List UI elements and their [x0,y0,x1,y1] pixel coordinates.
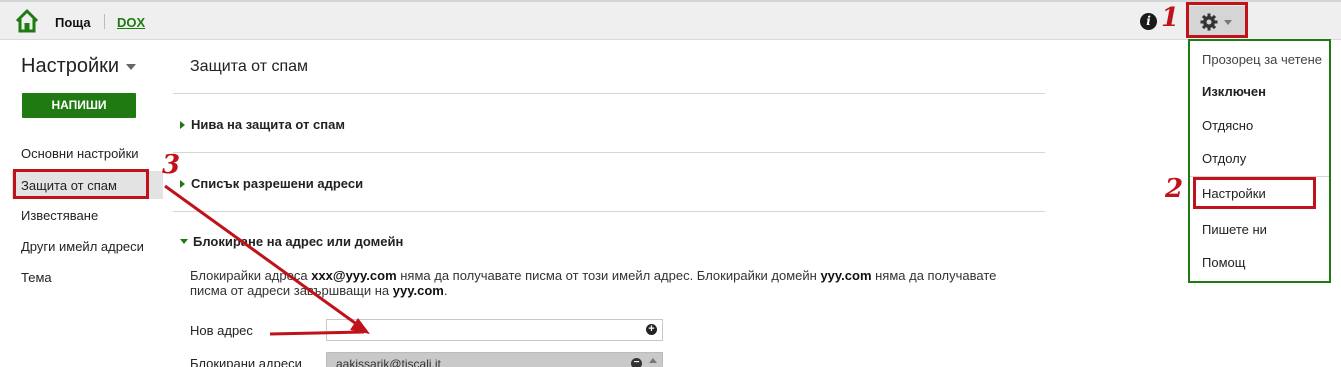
sidebar-item-notifications[interactable]: Известяване [21,208,98,223]
brand-name[interactable]: Поща [55,15,91,30]
menu-item-help[interactable]: Помощ [1202,255,1245,270]
home-icon[interactable] [14,8,40,34]
menu-item-contact-us[interactable]: Пишете ни [1202,222,1267,237]
info-icon[interactable]: i [1140,13,1157,30]
annotation-step-3: 3 [162,150,181,180]
top-bar: Поща DOX i [0,0,1341,40]
sidebar-item-theme[interactable]: Тема [21,270,52,285]
section-label: Нива на защита от спам [191,117,345,132]
menu-item-off[interactable]: Изключен [1202,84,1266,99]
brand-divider [104,14,105,29]
annotation-box-spam [13,169,149,199]
section-allowed-list[interactable]: Списък разрешени адреси [180,176,363,191]
blocked-addresses-label: Блокирани адреси [190,356,302,367]
chevron-down-icon[interactable] [126,64,136,70]
section-block-address[interactable]: Блокиране на адрес или домейн [180,234,403,249]
divider [173,152,1045,153]
new-address-input[interactable] [326,319,663,341]
new-address-label: Нов адрес [190,323,253,338]
block-description: Блокирайки адреса xxx@yyy.com няма да по… [190,268,997,298]
compose-button[interactable]: НАПИШИ [22,93,136,118]
add-icon[interactable]: + [646,324,657,335]
section-spam-levels[interactable]: Нива на защита от спам [180,117,345,132]
divider [173,93,1045,94]
divider [173,211,1045,212]
annotation-step-2: 2 [1165,174,1184,204]
annotation-box-settings [1193,177,1316,209]
dox-link[interactable]: DOX [117,15,145,30]
sidebar-item-other-emails[interactable]: Други имейл адреси [21,239,144,254]
page-title: Защита от спам [190,58,309,75]
chevron-right-icon [180,121,185,129]
annotation-box-gear [1186,2,1248,38]
sidebar-item-general[interactable]: Основни настройки [21,146,139,161]
remove-icon[interactable]: − [631,358,642,367]
section-label: Блокиране на адрес или домейн [193,234,404,249]
scroll-up-icon[interactable] [649,358,657,363]
chevron-down-icon [180,239,188,244]
menu-item-bottom[interactable]: Отдолу [1202,151,1246,166]
blocked-address-item[interactable]: aakissarik@tiscali.it [336,357,441,367]
annotation-step-1: 1 [1161,3,1180,33]
menu-item-reading-pane: Прозорец за четене [1202,52,1323,67]
menu-item-right[interactable]: Отдясно [1202,118,1253,133]
settings-title: Настройки [21,55,120,77]
section-label: Списък разрешени адреси [191,176,364,191]
chevron-right-icon [180,180,185,188]
